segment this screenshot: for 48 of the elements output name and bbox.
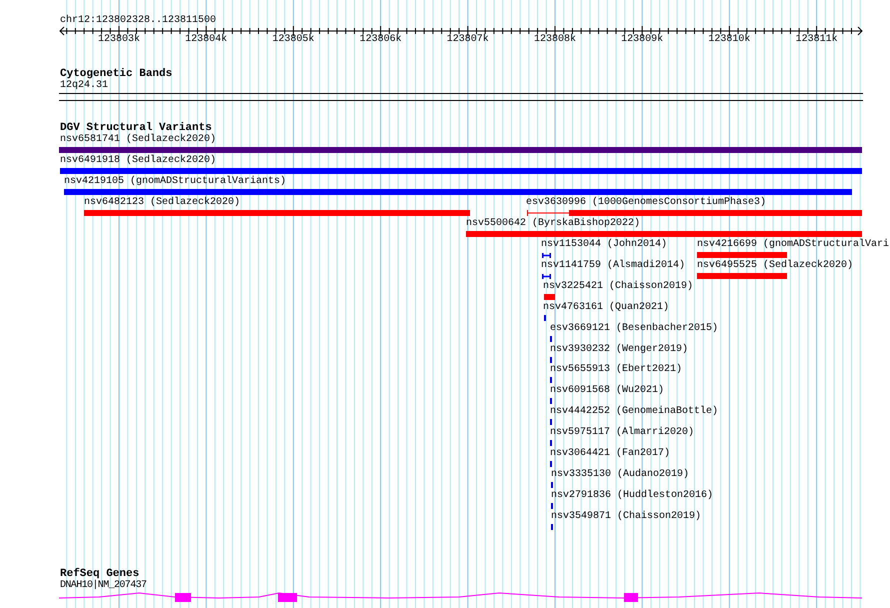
tick-label: 123811k — [794, 34, 839, 46]
variant-label: nsv1153044 (John2014) — [541, 238, 668, 251]
tick-label: 123809k — [620, 34, 664, 46]
location-label: chr12:123802328..123811500 — [60, 15, 216, 27]
variant-label: nsv1141759 (Alsmadi2014) — [541, 260, 686, 272]
tick-label: 123807k — [446, 34, 490, 46]
variant-label: esv3669121 (Besenbacher2015) — [550, 322, 718, 335]
tick-label: 123810k — [707, 34, 752, 46]
variant-label: nsv6091568 (Wu2021) — [550, 385, 664, 398]
variant-label: nsv4442252 (GenomeinaBottle) — [550, 406, 718, 418]
variant-bar[interactable] — [697, 272, 787, 279]
variant-bar[interactable] — [544, 294, 555, 300]
variant-bar[interactable] — [527, 210, 862, 216]
variant-label: nsv4216699 (gnomADStructuralVari — [697, 238, 890, 251]
variant-label: nsv3225421 (Chaisson2019) — [543, 280, 694, 293]
tick-label: 123804k — [184, 34, 228, 46]
band-label: 12q24.31 — [60, 80, 108, 92]
variant-label: nsv2791836 (Huddleston2016) — [551, 490, 714, 502]
variant-label: nsv3064421 (Fan2017) — [550, 448, 670, 460]
tick-label: 123808k — [532, 34, 577, 46]
variant-label: esv3630996 (1000GenomesConsortiumPhase3) — [526, 196, 766, 209]
variant-bar[interactable] — [64, 188, 852, 195]
variant-label: nsv6581741 (Sedlazeck2020) — [60, 134, 216, 146]
variant-bar[interactable] — [60, 168, 862, 174]
variant-label: nsv3930232 (Wenger2019) — [550, 344, 688, 356]
track-title: DGV Structural Variants — [60, 122, 212, 134]
variant-bar[interactable] — [542, 274, 551, 279]
gene-label: DNAH10|NM_207437 — [60, 580, 146, 592]
variant-label: nsv5975117 (Almarri2020) — [550, 427, 694, 440]
variant-label: nsv5500642 (ByrskaBishop2022) — [466, 218, 640, 230]
variant-label: nsv6495525 (Sedlazeck2020) — [697, 260, 854, 272]
variant-bar[interactable] — [466, 230, 862, 237]
variant-label: nsv4219105 (gnomADStructuralVariants) — [64, 176, 286, 188]
variant-label: nsv4763161 (Quan2021) — [543, 302, 670, 314]
gene-model-drawing[interactable] — [59, 592, 862, 602]
track-title: RefSeq Genes — [60, 568, 140, 580]
variant-label: nsv3335130 (Audano2019) — [551, 469, 690, 482]
tick-label: 123805k — [271, 34, 316, 46]
variant-label: nsv6482123 (Sedlazeck2020) — [84, 196, 240, 209]
variant-label: nsv3549871 (Chaisson2019) — [551, 511, 702, 524]
variant-bar[interactable] — [697, 252, 787, 258]
variant-bar[interactable] — [542, 252, 551, 258]
variant-bar[interactable] — [84, 210, 470, 216]
tick-label: 123806k — [358, 34, 403, 46]
variant-label: nsv5655913 (Ebert2021) — [550, 364, 682, 376]
track-title: Cytogenetic Bands — [60, 68, 172, 80]
tick-label: 123803k — [96, 34, 141, 46]
variant-label: nsv6491918 (Sedlazeck2020) — [60, 154, 216, 167]
